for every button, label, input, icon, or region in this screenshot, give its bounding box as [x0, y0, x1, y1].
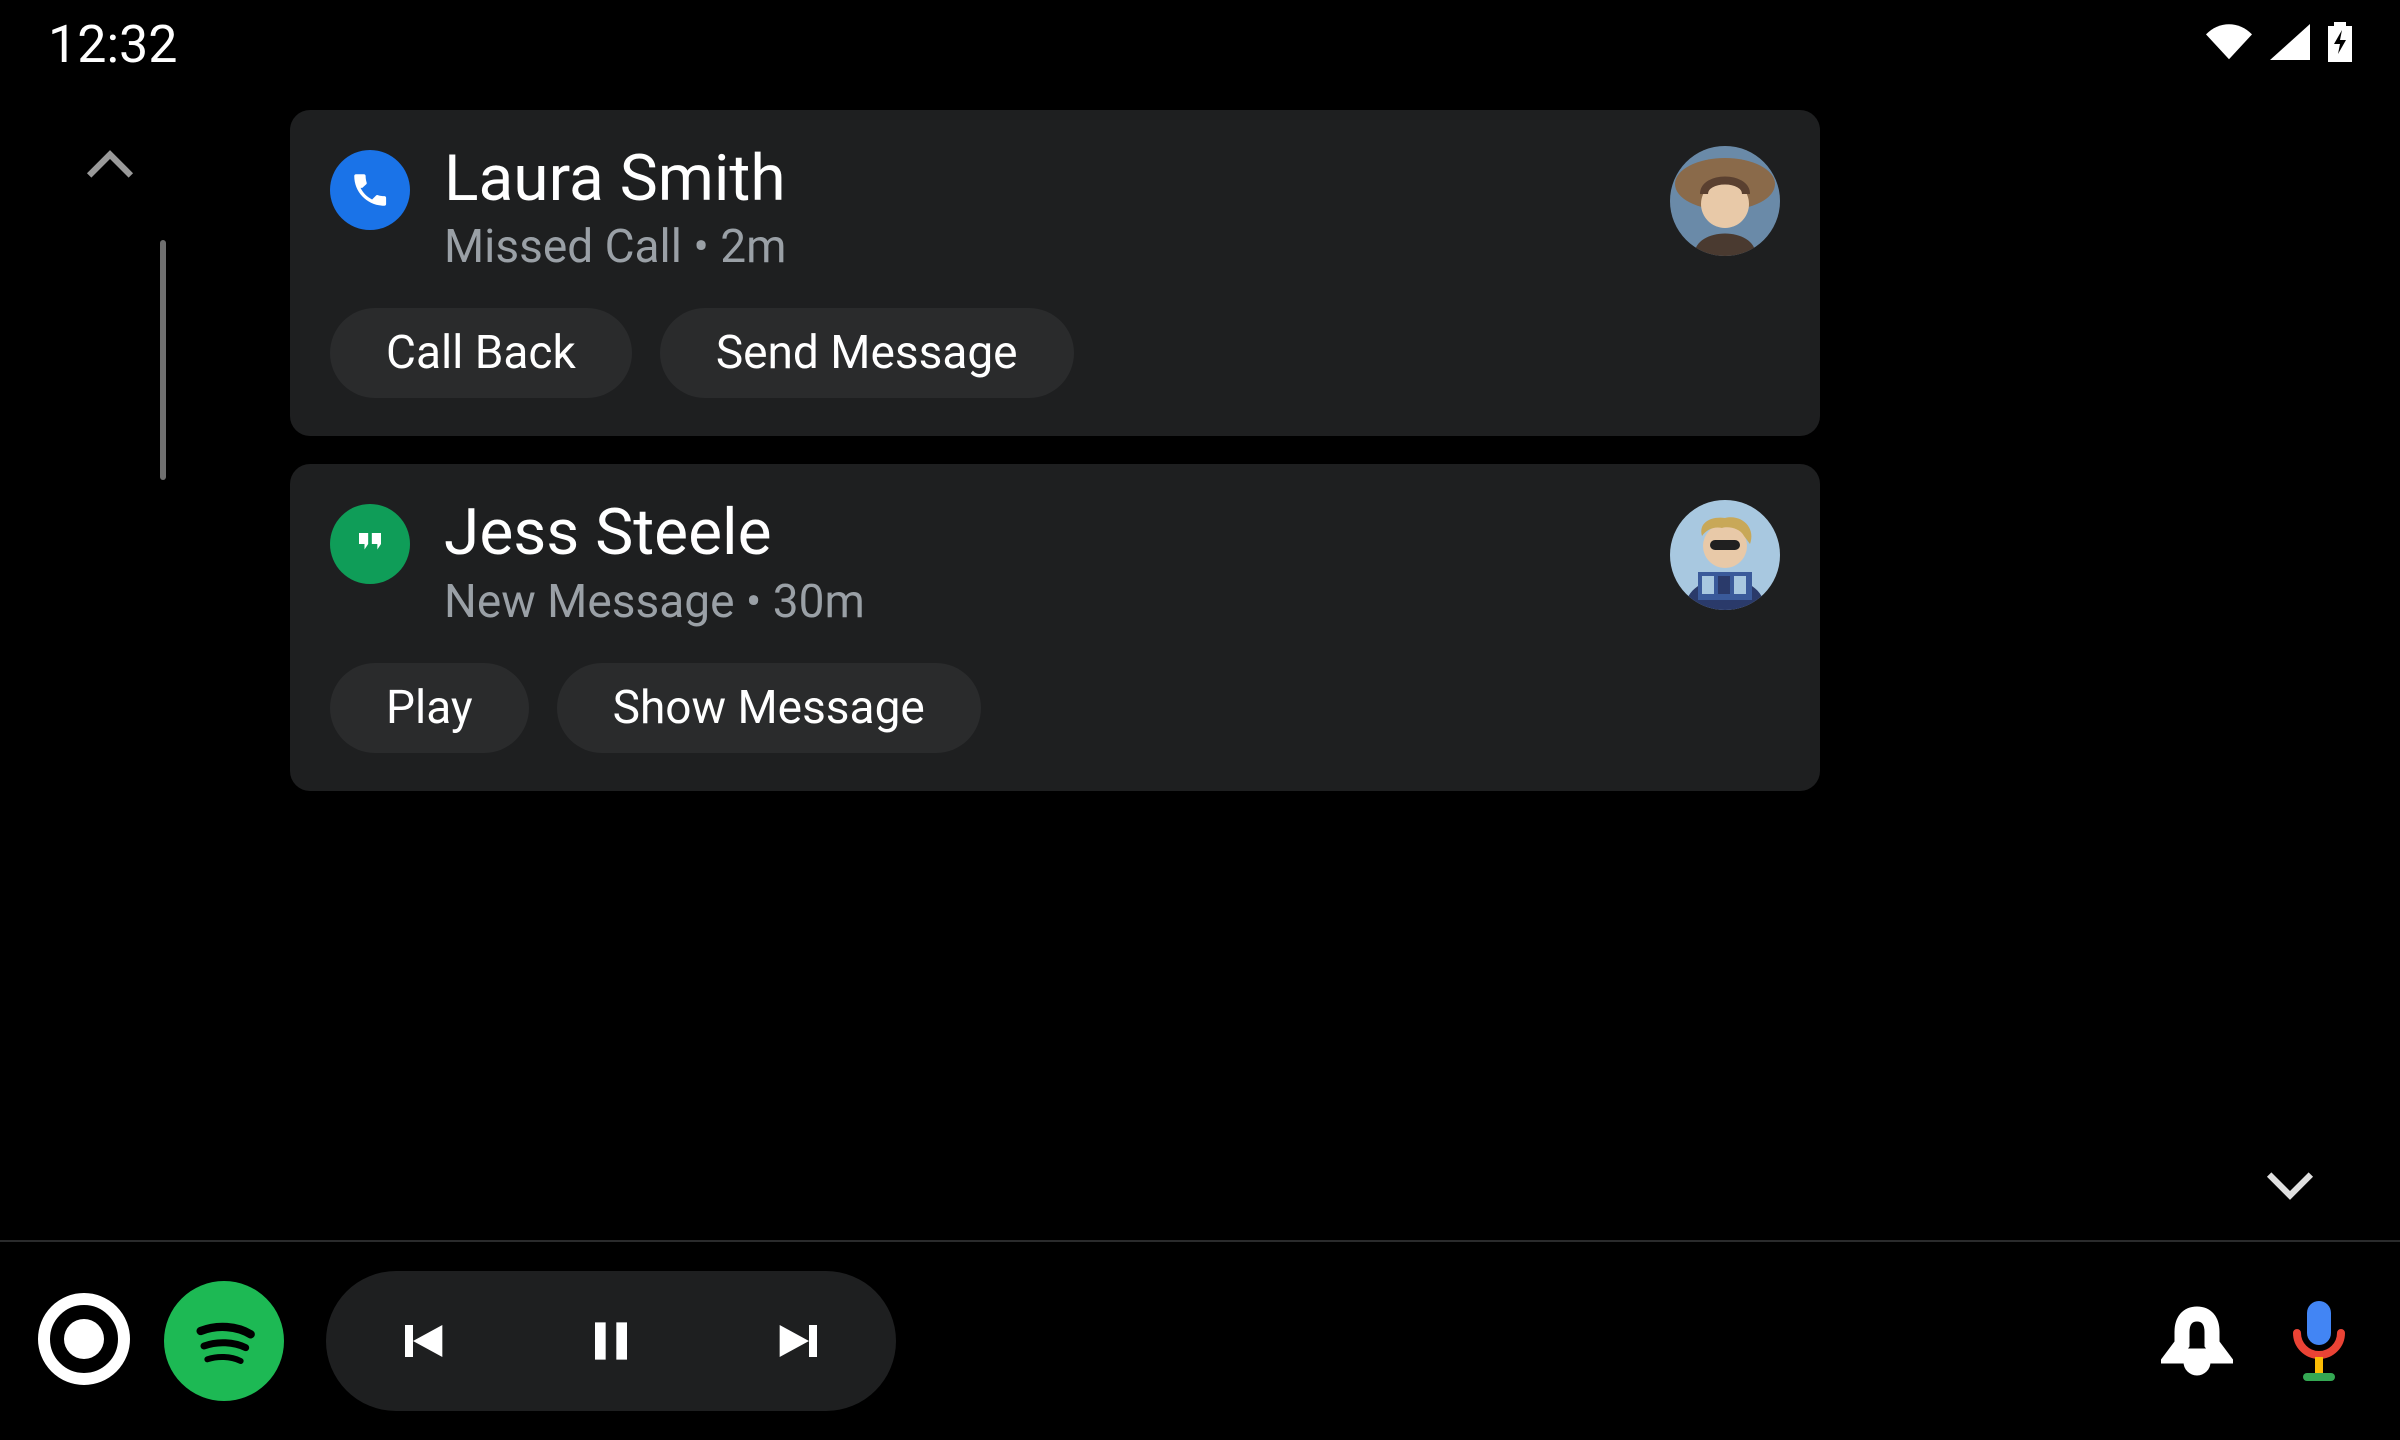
send-message-button[interactable]: Send Message: [660, 308, 1074, 398]
show-message-button[interactable]: Show Message: [557, 663, 981, 753]
bottom-nav-bar: [0, 1242, 2400, 1440]
contact-avatar: [1670, 500, 1780, 610]
play-message-button[interactable]: Play: [330, 663, 529, 753]
notification-card-new-message[interactable]: Jess Steele New Message • 30m: [290, 464, 1820, 790]
notifications-button[interactable]: [2152, 1305, 2242, 1377]
home-button[interactable]: [36, 1291, 132, 1391]
media-controls-bar: [326, 1271, 896, 1411]
wifi-icon: [2206, 24, 2252, 64]
notification-title: Jess Steele: [444, 498, 1780, 568]
phone-app-icon: [330, 150, 410, 230]
notification-subtitle: New Message • 30m: [444, 575, 1780, 629]
notification-title: Laura Smith: [444, 144, 1780, 214]
contact-avatar: [1670, 146, 1780, 256]
scroll-down-button[interactable]: [2240, 1170, 2340, 1200]
notification-card-missed-call[interactable]: Laura Smith Missed Call • 2m Call Back S…: [290, 110, 1820, 436]
status-time: 12:32: [48, 14, 178, 75]
status-bar: 12:32: [0, 12, 2400, 76]
hangouts-app-icon: [330, 504, 410, 584]
scroll-up-button[interactable]: [60, 150, 160, 180]
pause-button[interactable]: [576, 1309, 646, 1373]
scrollbar-track[interactable]: [160, 240, 166, 480]
battery-charging-icon: [2328, 22, 2352, 66]
spotify-app-icon[interactable]: [164, 1281, 284, 1401]
call-back-button[interactable]: Call Back: [330, 308, 632, 398]
notification-subtitle: Missed Call • 2m: [444, 220, 1780, 274]
cell-signal-icon: [2270, 24, 2310, 64]
next-track-button[interactable]: [766, 1309, 836, 1373]
notification-list-region: Laura Smith Missed Call • 2m Call Back S…: [60, 110, 2340, 1230]
voice-assistant-button[interactable]: [2274, 1297, 2364, 1385]
previous-track-button[interactable]: [386, 1309, 456, 1373]
